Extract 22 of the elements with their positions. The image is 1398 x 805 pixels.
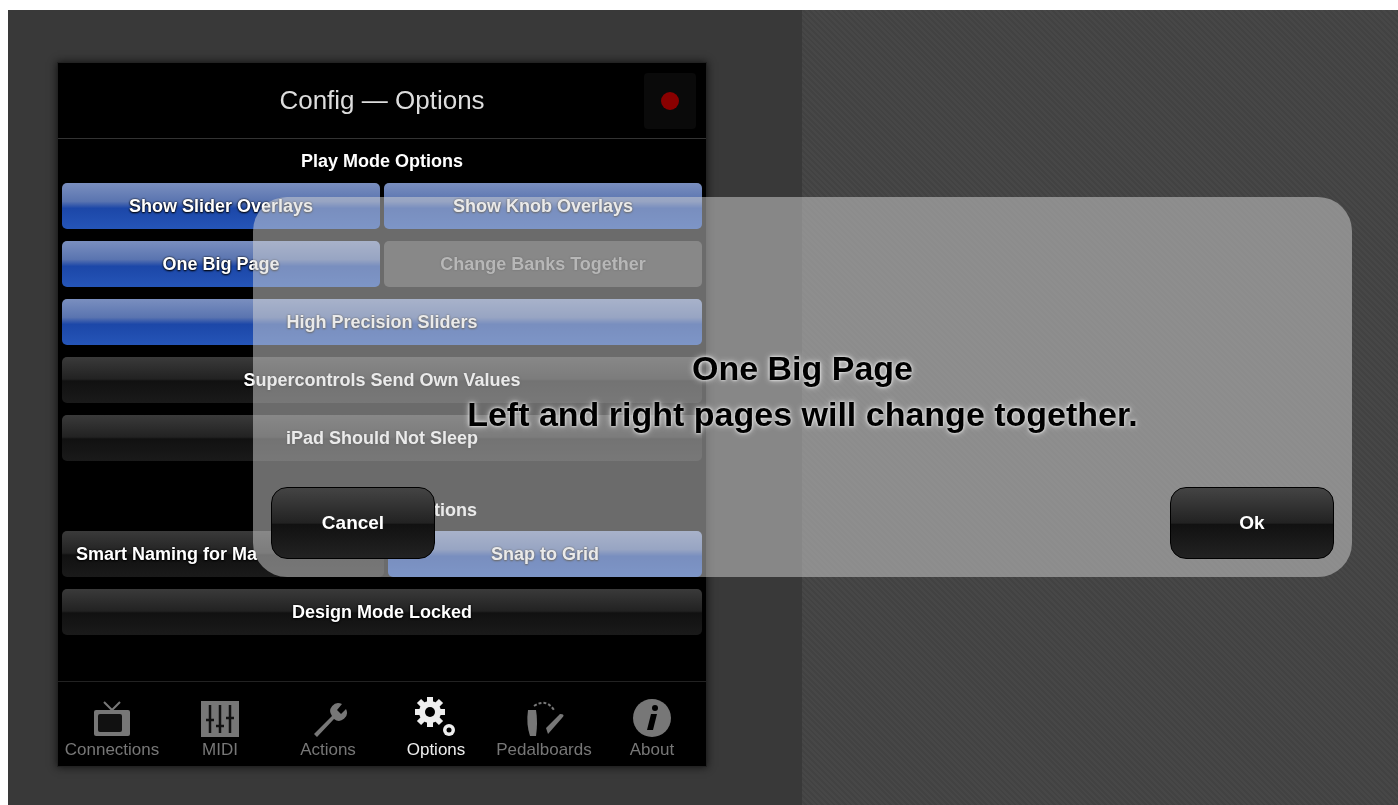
tab[interactable]: Pedalboards [490,682,598,766]
mixer-icon [200,700,240,738]
window-title: Config — Options [279,85,485,116]
toggle-button[interactable]: One Big Page [62,241,380,287]
tab[interactable]: Options [382,682,490,766]
ok-button[interactable]: Ok [1170,487,1334,559]
gears-icon [414,696,458,738]
record-button[interactable] [644,73,696,129]
toggle-button[interactable]: Show Knob Overlays [384,183,702,229]
cancel-button[interactable]: Cancel [271,487,435,559]
section-heading: Play Mode Options [301,151,463,171]
tab[interactable]: About [598,682,706,766]
toggle-button[interactable]: Snap to Grid [388,531,702,577]
tv-icon [92,700,132,738]
section-heading: tions [434,500,477,520]
tab[interactable]: MIDI [166,682,274,766]
toggle-button[interactable]: Design Mode Locked [62,589,702,635]
toggle-button[interactable]: High Precision Sliders [62,299,702,345]
info-icon [632,698,672,738]
tab[interactable]: Connections [58,682,166,766]
tab[interactable]: Actions [274,682,382,766]
toggle-button[interactable]: Show Slider Overlays [62,183,380,229]
